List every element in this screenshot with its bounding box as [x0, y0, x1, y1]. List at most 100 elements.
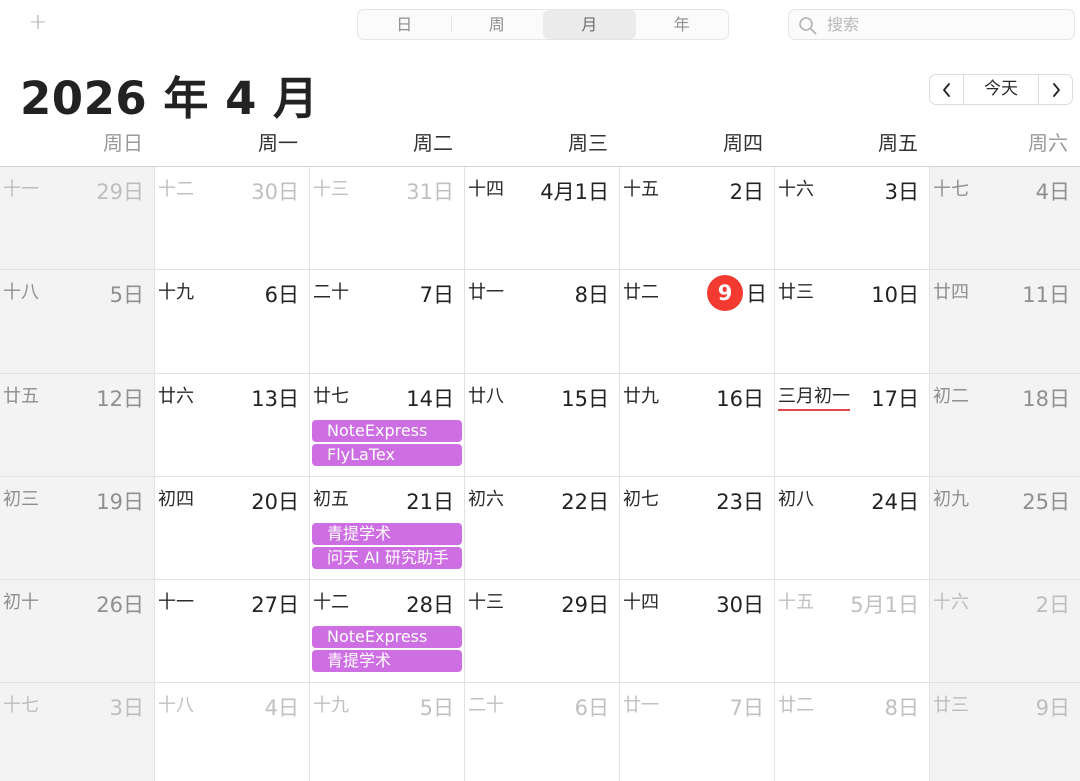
day-number: 13日 — [251, 387, 299, 411]
day-cell[interactable]: 廿二 8日 — [775, 683, 930, 781]
event-item[interactable]: NoteExpress — [312, 626, 462, 648]
event-item[interactable]: 问天 AI 研究助手 — [312, 547, 462, 569]
day-cell[interactable]: 廿一 7日 — [620, 683, 775, 781]
day-cell[interactable]: 初六 22日 — [465, 477, 620, 580]
lunar-date: 廿五 — [3, 386, 39, 407]
day-cell[interactable]: 十六 3日 — [775, 167, 930, 270]
weekday-label: 周四 — [723, 131, 763, 155]
day-cell[interactable]: 十七 3日 — [0, 683, 155, 781]
day-cell[interactable]: 初十 26日 — [0, 580, 155, 683]
lunar-date: 二十 — [313, 282, 349, 303]
day-cell[interactable]: 初四 20日 — [155, 477, 310, 580]
tab-day[interactable]: 日 — [358, 10, 451, 39]
day-cell[interactable]: 三月初一 17日 — [775, 374, 930, 477]
view-switcher: 日 周 月 年 — [357, 9, 729, 40]
lunar-date: 三月初一 — [778, 382, 850, 411]
day-number: 25日 — [1022, 490, 1070, 514]
lunar-date: 初六 — [468, 489, 504, 510]
day-number: 16日 — [716, 387, 764, 411]
day-number: 7日 — [419, 283, 454, 307]
day-cell[interactable]: 初三 19日 — [0, 477, 155, 580]
day-number: 27日 — [251, 593, 299, 617]
day-cell[interactable]: 十五 5月1日 — [775, 580, 930, 683]
lunar-date: 十七 — [3, 695, 39, 716]
day-cell[interactable]: 十九 6日 — [155, 270, 310, 374]
lunar-date: 廿一 — [623, 695, 659, 716]
day-cell[interactable]: 廿三 9日 — [930, 683, 1080, 781]
day-cell[interactable]: 十八 4日 — [155, 683, 310, 781]
day-cell[interactable]: 十二 28日 NoteExpress 青提学术 — [310, 580, 465, 683]
tab-year[interactable]: 年 — [636, 10, 729, 39]
previous-month-button[interactable] — [930, 75, 963, 104]
weekday-label: 周二 — [413, 131, 453, 155]
day-cell[interactable]: 十七 4日 — [930, 167, 1080, 270]
day-cell[interactable]: 十六 2日 — [930, 580, 1080, 683]
day-number: 3日 — [109, 696, 144, 720]
day-cell[interactable]: 十一 29日 — [0, 167, 155, 270]
lunar-date: 初七 — [623, 489, 659, 510]
event-item[interactable]: FlyLaTex — [312, 444, 462, 466]
day-number: 24日 — [871, 490, 919, 514]
weekday-label: 周一 — [258, 131, 298, 155]
day-cell[interactable]: 十四 30日 — [620, 580, 775, 683]
day-number: 8日 — [884, 696, 919, 720]
day-cell[interactable]: 十三 31日 — [310, 167, 465, 270]
lunar-date: 初十 — [3, 592, 39, 613]
day-cell[interactable]: 廿二 9 日 — [620, 270, 775, 374]
next-month-button[interactable] — [1039, 75, 1072, 104]
day-cell[interactable]: 廿九 16日 — [620, 374, 775, 477]
day-cell[interactable]: 二十 6日 — [465, 683, 620, 781]
day-cell[interactable]: 初五 21日 青提学术 问天 AI 研究助手 — [310, 477, 465, 580]
day-cell[interactable]: 廿八 15日 — [465, 374, 620, 477]
day-cell[interactable]: 十三 29日 — [465, 580, 620, 683]
day-cell[interactable]: 廿四 11日 — [930, 270, 1080, 374]
tab-month[interactable]: 月 — [543, 10, 636, 39]
search-placeholder: 搜索 — [827, 15, 860, 34]
event-item[interactable]: 青提学术 — [312, 523, 462, 545]
day-cell[interactable]: 廿六 13日 — [155, 374, 310, 477]
lunar-date: 廿二 — [623, 282, 659, 303]
today-button[interactable]: 今天 — [963, 75, 1039, 104]
day-number: 5日 — [109, 283, 144, 307]
day-cell[interactable]: 十一 27日 — [155, 580, 310, 683]
day-cell[interactable]: 初九 25日 — [930, 477, 1080, 580]
event-item[interactable]: NoteExpress — [312, 420, 462, 442]
lunar-date: 十一 — [3, 179, 39, 200]
day-suffix: 日 — [746, 282, 767, 306]
day-cell[interactable]: 廿五 12日 — [0, 374, 155, 477]
day-cell[interactable]: 廿七 14日 NoteExpress FlyLaTex — [310, 374, 465, 477]
tab-week[interactable]: 周 — [450, 10, 544, 39]
lunar-date: 初二 — [933, 386, 969, 407]
lunar-date: 十三 — [313, 179, 349, 200]
search-input[interactable]: 搜索 — [788, 9, 1075, 40]
event-item[interactable]: 青提学术 — [312, 650, 462, 672]
day-cell[interactable]: 十五 2日 — [620, 167, 775, 270]
day-number: 19日 — [96, 490, 144, 514]
lunar-date: 十三 — [468, 592, 504, 613]
lunar-date: 初三 — [3, 489, 39, 510]
lunar-date: 廿八 — [468, 386, 504, 407]
day-cell[interactable]: 初七 23日 — [620, 477, 775, 580]
lunar-date: 十四 — [468, 179, 504, 200]
add-event-button[interactable]: + — [26, 8, 50, 38]
lunar-date: 十四 — [623, 592, 659, 613]
day-cell[interactable]: 二十 7日 — [310, 270, 465, 374]
day-cell[interactable]: 十四 4月1日 — [465, 167, 620, 270]
day-cell[interactable]: 初二 18日 — [930, 374, 1080, 477]
day-cell[interactable]: 初八 24日 — [775, 477, 930, 580]
day-cell[interactable]: 十九 5日 — [310, 683, 465, 781]
lunar-date: 廿二 — [778, 695, 814, 716]
lunar-date: 十六 — [933, 592, 969, 613]
day-number: 28日 — [406, 593, 454, 617]
day-cell[interactable]: 十八 5日 — [0, 270, 155, 374]
day-cell[interactable]: 廿三 10日 — [775, 270, 930, 374]
day-number: 29日 — [96, 180, 144, 204]
day-cell[interactable]: 廿一 8日 — [465, 270, 620, 374]
day-cell[interactable]: 十二 30日 — [155, 167, 310, 270]
lunar-date: 十二 — [313, 592, 349, 613]
month-grid: 十一 29日 十二 30日 十三 31日 十四 4月1日 十五 2日 十六 3日 十七 4日 十八 5日 十九 6… — [0, 166, 1080, 781]
lunar-date: 初四 — [158, 489, 194, 510]
weekday-header: 周日 周一 周二 周三 周四 周五 周六 — [0, 126, 1080, 166]
lunar-date: 十八 — [158, 695, 194, 716]
chevron-left-icon — [942, 82, 950, 97]
